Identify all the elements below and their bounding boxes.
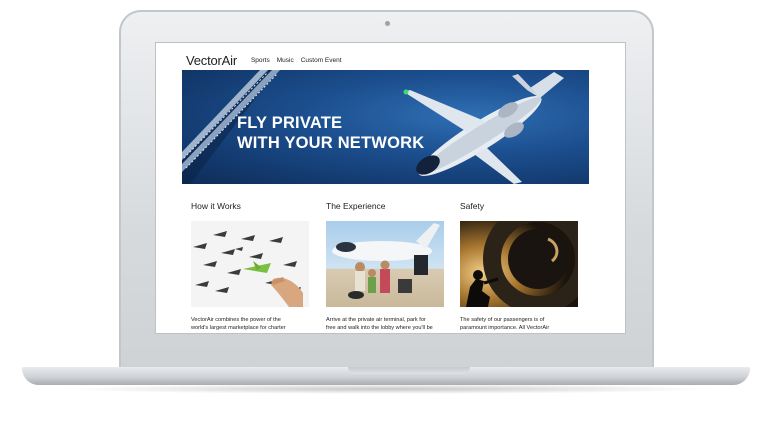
brand-logo[interactable]: VectorAir bbox=[186, 53, 237, 68]
hero-headline-line2: WITH YOUR NETWORK bbox=[237, 134, 425, 152]
section-how-it-works: How it Works VectorAir combines the powe… bbox=[191, 201, 309, 332]
experience-image[interactable] bbox=[326, 221, 444, 307]
hero-headline-line1: FLY PRIVATE bbox=[237, 114, 343, 132]
section-text-line: Arrive at the private air terminal, park… bbox=[326, 317, 426, 323]
engine-inspection-illustration bbox=[460, 221, 578, 307]
section-text-line: world's largest marketplace for charter bbox=[191, 325, 286, 332]
jet-family-illustration bbox=[332, 223, 440, 299]
section-title: Safety bbox=[460, 201, 485, 211]
hero-headline: FLY PRIVATE WITH YOUR NETWORK bbox=[237, 113, 424, 153]
safety-image[interactable] bbox=[460, 221, 578, 307]
planes-flock-illustration bbox=[193, 231, 303, 307]
nav-link-custom-event[interactable]: Custom Event bbox=[301, 57, 342, 64]
section-title: The Experience bbox=[326, 201, 386, 211]
how-it-works-image[interactable] bbox=[191, 221, 309, 307]
laptop-shadow bbox=[60, 384, 716, 394]
site-header: VectorAir Sports Music Custom Event bbox=[186, 48, 349, 72]
laptop-base-notch bbox=[348, 367, 470, 374]
nav-link-sports[interactable]: Sports bbox=[251, 57, 270, 64]
section-the-experience: The Experience Arrive at the private air… bbox=[326, 201, 444, 332]
hero-banner: FLY PRIVATE WITH YOUR NETWORK bbox=[182, 70, 589, 184]
section-title: How it Works bbox=[191, 201, 241, 211]
section-text-line: VectorAir combines the power of the bbox=[191, 317, 281, 323]
section-text-line: free and walk into the lobby where you'l… bbox=[326, 325, 433, 332]
nav-link-music[interactable]: Music bbox=[277, 57, 294, 64]
laptop-base bbox=[22, 367, 750, 385]
section-text: VectorAir combines the power of the worl… bbox=[191, 316, 309, 332]
section-text: Arrive at the private air terminal, park… bbox=[326, 316, 444, 332]
section-safety: Safety The safety of our passengers is o… bbox=[460, 201, 578, 332]
camera-icon bbox=[385, 21, 390, 26]
laptop-screen: VectorAir Sports Music Custom Event FLY … bbox=[155, 42, 626, 334]
section-text: The safety of our passengers is of param… bbox=[460, 316, 578, 332]
section-text-line: paramount importance. All VectorAir bbox=[460, 325, 550, 332]
section-text-line: The safety of our passengers is of bbox=[460, 317, 545, 323]
